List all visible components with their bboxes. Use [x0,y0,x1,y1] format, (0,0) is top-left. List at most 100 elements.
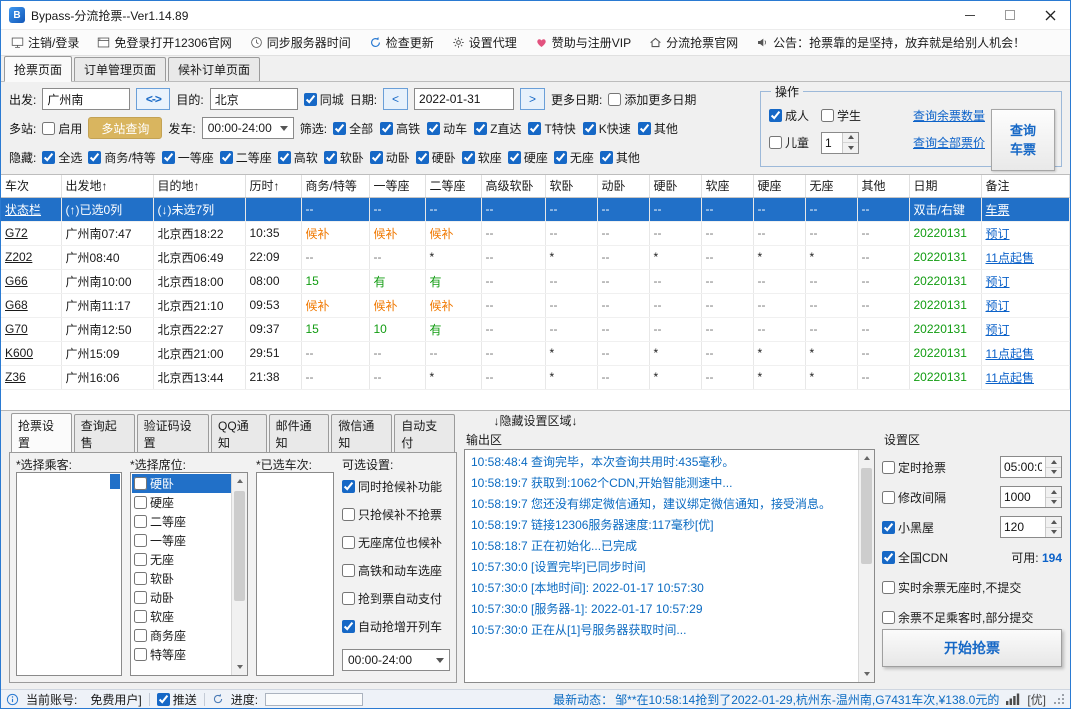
settings-tab-6[interactable]: 自动支付 [394,414,455,453]
no-seat-rule-checkbox[interactable]: 实时余票无座时,不提交 [882,579,1021,596]
filter-2-checkbox[interactable] [427,121,441,135]
filter-0[interactable]: 全部 [333,120,373,137]
column-header-12[interactable]: 硬座 [753,175,806,198]
hide-10[interactable]: 无座 [553,149,594,166]
scrollbar-track[interactable] [232,489,247,659]
optional-setting-2[interactable]: 无座席位也候补 [342,534,450,551]
interval-spinner[interactable] [1000,486,1062,508]
column-header-15[interactable]: 日期 [909,175,982,198]
hide-2[interactable]: 一等座 [161,149,214,166]
column-header-1[interactable]: 出发地↑ [61,175,154,198]
scrollbar-thumb[interactable] [234,491,245,601]
column-header-0[interactable]: 车次 [1,175,62,198]
filter-5[interactable]: K快速 [582,120,631,137]
no-seat-rule-checkbox-input[interactable] [882,580,895,594]
student-checkbox-input[interactable] [821,109,835,122]
settings-tab-1[interactable]: 查询起售 [73,414,135,453]
spin-down-icon[interactable] [1046,527,1061,537]
seat-option-6-checkbox[interactable] [134,591,147,604]
close-button[interactable] [1030,1,1070,29]
spin-down-icon[interactable] [1046,467,1061,477]
student-checkbox[interactable]: 学生 [821,107,861,124]
seat-option-1-checkbox[interactable] [134,496,147,509]
column-header-7[interactable]: 高级软卧 [481,175,546,198]
date-input[interactable] [414,88,515,110]
hide-2-checkbox[interactable] [161,150,175,164]
seat-option-9-checkbox[interactable] [134,648,147,661]
seat-option-4-checkbox[interactable] [134,553,147,566]
hide-0[interactable]: 全选 [42,149,82,166]
hide-1-checkbox[interactable] [88,150,102,164]
partial-rule-checkbox[interactable]: 余票不足乘客时,部分提交 [882,609,1033,626]
seat-option-2[interactable]: 二等座 [132,512,231,531]
filter-0-checkbox[interactable] [333,121,347,135]
adult-checkbox[interactable]: 成人 [769,107,809,124]
spin-up-icon[interactable] [1046,487,1061,498]
hide-6-checkbox[interactable] [369,150,383,164]
partial-rule-checkbox-input[interactable] [882,610,895,624]
child-checkbox-input[interactable] [769,136,782,149]
column-header-8[interactable]: 软卧 [545,175,598,198]
settings-tab-4[interactable]: 邮件通知 [268,414,330,453]
seat-option-4[interactable]: 无座 [132,550,231,569]
filter-3-checkbox[interactable] [474,121,488,135]
seat-option-3[interactable]: 一等座 [132,531,231,550]
multi-station-enable-checkbox[interactable]: 启用 [42,120,82,137]
blackroom-checkbox[interactable]: 小黑屋 [882,519,934,536]
hide-0-checkbox[interactable] [42,150,56,164]
spin-up-icon[interactable] [1046,517,1061,528]
seat-option-6[interactable]: 动卧 [132,588,231,607]
hide-5-checkbox[interactable] [323,150,337,164]
seat-option-8[interactable]: 商务座 [132,626,231,645]
national-cdn-checkbox-input[interactable] [882,550,895,564]
hide-7[interactable]: 硬卧 [415,149,456,166]
hide-11-checkbox[interactable] [599,150,613,164]
depart-input[interactable] [42,88,131,110]
scroll-up-icon[interactable] [232,473,247,489]
filter-4[interactable]: T特快 [528,120,576,137]
add-more-dates-checkbox[interactable]: 添加更多日期 [608,91,696,108]
filter-1-checkbox[interactable] [380,121,394,135]
modify-interval-checkbox[interactable]: 修改间隔 [882,489,946,506]
selected-train-list[interactable] [256,472,334,676]
seat-option-9[interactable]: 特等座 [132,645,231,664]
seat-option-7-checkbox[interactable] [134,610,147,623]
same-city-checkbox-input[interactable] [303,92,317,106]
toolbar-set-proxy[interactable]: 设置代理 [452,34,517,51]
seat-option-0-checkbox[interactable] [134,477,147,490]
toolbar-announcement[interactable]: 公告：抢票靠的是坚持，放弃就是给别人机会！ [756,34,1025,51]
same-city-checkbox[interactable]: 同城 [303,91,344,108]
status-row[interactable]: 状态栏 (↑)已选0列 (↓)未选7列 -- -- -- -- -- -- -- -- -- -- -- 双… [1,197,1070,222]
hide-4-checkbox[interactable] [277,150,291,164]
column-header-14[interactable]: 其他 [857,175,910,198]
hide-8[interactable]: 软座 [461,149,502,166]
seat-option-1[interactable]: 硬座 [132,493,231,512]
scroll-down-icon[interactable] [859,666,874,682]
hide-8-checkbox[interactable] [461,150,475,164]
grab-time-range-combo[interactable]: 00:00-24:00 [342,649,450,671]
optional-setting-1[interactable]: 只抢候补不抢票 [342,506,450,523]
output-scrollbar[interactable] [858,450,874,682]
push-checkbox[interactable]: 推送 [156,691,197,708]
hide-10-checkbox[interactable] [553,150,567,164]
add-more-dates-checkbox-input[interactable] [608,92,622,106]
optional-setting-4-checkbox[interactable] [342,592,355,605]
settings-tab-2[interactable]: 验证码设置 [136,414,210,453]
hide-5[interactable]: 软卧 [323,149,364,166]
resize-grip[interactable] [1053,693,1065,705]
spin-up-icon[interactable] [843,132,859,143]
optional-setting-2-checkbox[interactable] [342,536,355,549]
main-tab-1[interactable]: 订单管理页面 [74,57,167,81]
optional-setting-4[interactable]: 抢到票自动支付 [342,590,450,607]
next-date-button[interactable]: > [520,88,546,110]
hide-4[interactable]: 高软 [277,149,318,166]
settings-tab-3[interactable]: QQ通知 [211,414,267,453]
hide-3[interactable]: 二等座 [219,149,272,166]
start-grab-button[interactable]: 开始抢票 [882,629,1062,667]
column-header-16[interactable]: 备注 [981,175,1070,198]
train-row-1[interactable]: Z202 广州08:40 北京西06:49 22:09 -- -- * -- * -- * -- * * -… [1,245,1070,270]
hide-1[interactable]: 商务/特等 [88,149,156,166]
minimize-button[interactable] [950,1,990,29]
multi-station-enable-input[interactable] [42,121,56,135]
national-cdn-checkbox[interactable]: 全国CDN [882,549,948,566]
